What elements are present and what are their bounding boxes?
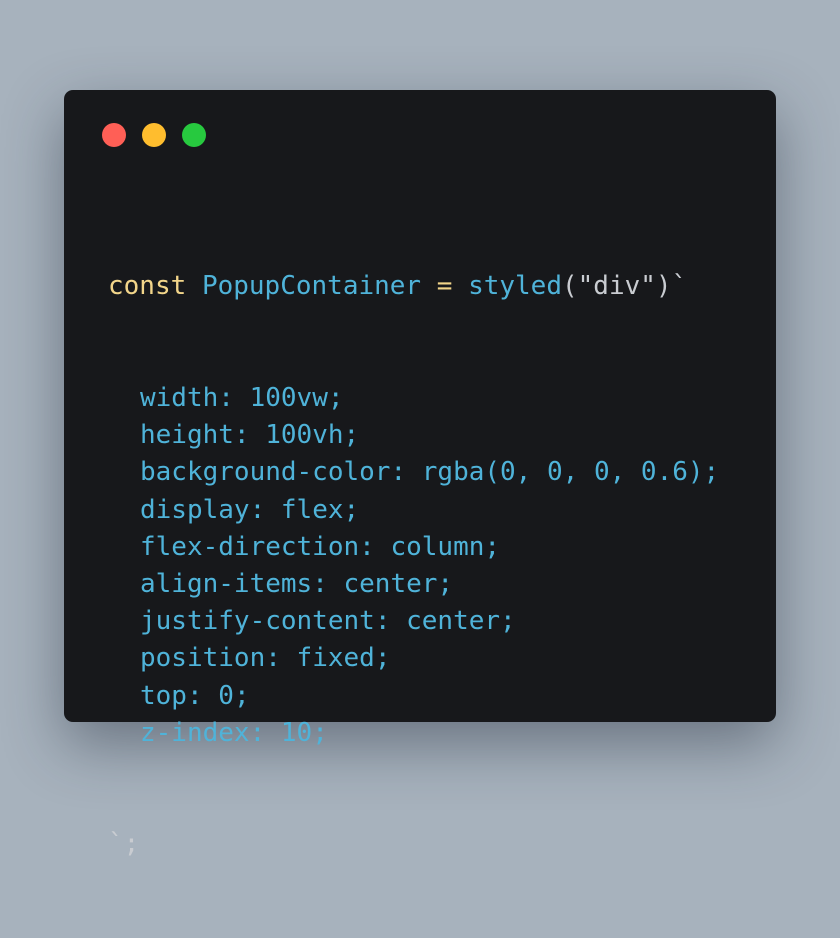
- css-property: height: [140, 420, 234, 451]
- css-value: center: [343, 568, 438, 599]
- open-paren: (: [561, 271, 578, 302]
- closing-backtick: `;: [108, 829, 140, 860]
- code-line-css-declaration: background-color: rgba(0, 0, 0, 0.6);: [140, 457, 720, 488]
- css-value: flex: [280, 494, 344, 525]
- css-value: 10: [280, 717, 313, 748]
- maximize-window-button[interactable]: [182, 123, 206, 147]
- css-property: align-items: [140, 568, 313, 599]
- css-value: fixed: [296, 643, 375, 674]
- code-line-css-declaration: top: 0;: [140, 680, 250, 711]
- css-value: rgba(0, 0, 0, 0.6): [421, 457, 704, 488]
- code-line-css-declaration: align-items: center;: [140, 568, 454, 599]
- css-property: justify-content: [140, 606, 375, 637]
- css-value: 100vw: [249, 383, 328, 413]
- identifier-name: PopupContainer: [201, 271, 422, 302]
- code-line-css-declaration: display: flex;: [140, 494, 360, 525]
- minimize-window-button[interactable]: [142, 123, 166, 147]
- code-line-css-declaration: width: 100vw;: [140, 383, 344, 413]
- css-property: flex-direction: [140, 531, 360, 562]
- code-line-css-declaration: z-index: 10;: [140, 717, 328, 748]
- code-block: const PopupContainer = styled("div")` wi…: [108, 194, 719, 938]
- css-value: column: [390, 531, 485, 562]
- window-controls: [102, 123, 206, 147]
- close-window-button[interactable]: [102, 123, 126, 147]
- css-value: center: [406, 606, 501, 637]
- code-line-css-declaration: position: fixed;: [140, 643, 391, 674]
- css-property: position: [140, 643, 266, 674]
- code-line-css-declaration: justify-content: center;: [140, 606, 516, 637]
- css-property: background-color: [140, 457, 391, 488]
- code-line-css-declaration: flex-direction: column;: [140, 531, 501, 562]
- css-property: width: [140, 383, 219, 413]
- code-line-closing: `;: [108, 826, 719, 863]
- function-name: styled: [468, 271, 562, 302]
- css-property: top: [140, 680, 187, 711]
- css-property: display: [140, 494, 250, 525]
- code-line-css-declaration: height: 100vh;: [140, 420, 360, 451]
- close-paren-backtick: )`: [655, 271, 688, 302]
- css-declarations: width: 100vw; height: 100vh; background-co…: [108, 380, 719, 752]
- css-value: 0: [218, 680, 234, 711]
- code-line-declaration: const PopupContainer = styled("div")`: [108, 268, 719, 305]
- css-property: z-index: [140, 717, 250, 748]
- operator-equals: =: [436, 271, 453, 302]
- css-value: 100vh: [265, 420, 344, 451]
- string-literal: "div": [577, 271, 656, 302]
- code-window: const PopupContainer = styled("div")` wi…: [64, 90, 776, 859]
- keyword-const: const: [108, 271, 187, 302]
